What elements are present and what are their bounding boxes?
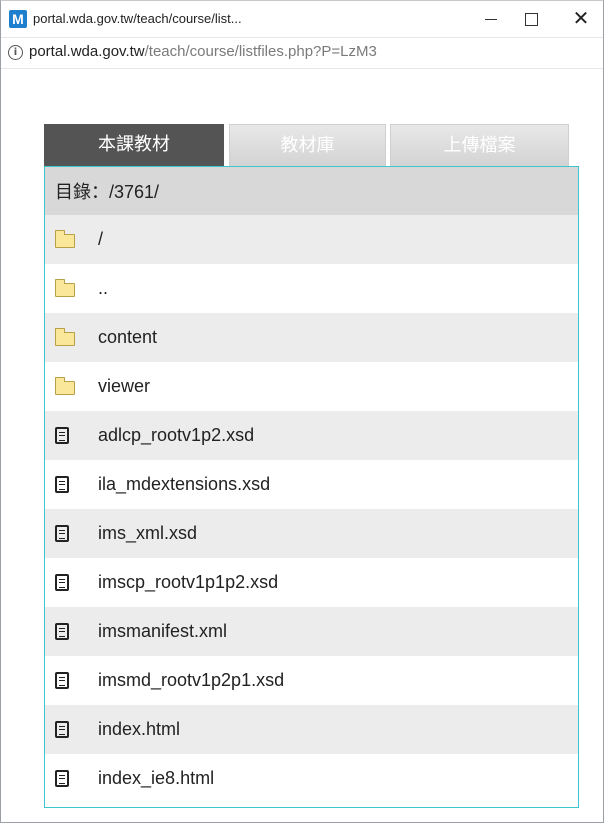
file-name[interactable]: imsmd_rootv1p2p1.xsd bbox=[98, 670, 284, 691]
file-name[interactable]: viewer bbox=[98, 376, 150, 397]
folder-icon bbox=[55, 328, 75, 346]
file-row[interactable]: content bbox=[45, 313, 578, 362]
url-text[interactable]: portal.wda.gov.tw/teach/course/listfiles… bbox=[29, 43, 377, 60]
maximize-icon bbox=[524, 12, 538, 26]
tab-material-library[interactable]: 教材庫 bbox=[229, 124, 386, 167]
tab-course-materials[interactable]: 本課教材 bbox=[44, 124, 224, 167]
window-title: portal.wda.gov.tw/teach/course/list... bbox=[33, 11, 242, 26]
document-icon bbox=[55, 623, 69, 640]
url-host: portal.wda.gov.tw bbox=[29, 43, 145, 60]
file-list-panel: 目錄：/3761/ / .. content viewer adlcp_root… bbox=[44, 166, 579, 808]
file-row[interactable]: viewer bbox=[45, 362, 578, 411]
document-icon bbox=[55, 672, 69, 689]
file-row[interactable]: imsmd_rootv1p2p1.xsd bbox=[45, 656, 578, 705]
file-name[interactable]: content bbox=[98, 327, 157, 348]
file-row[interactable]: adlcp_rootv1p2.xsd bbox=[45, 411, 578, 460]
folder-icon bbox=[55, 230, 75, 248]
document-icon bbox=[55, 574, 69, 591]
file-row[interactable]: ims_xml.xsd bbox=[45, 509, 578, 558]
file-name[interactable]: adlcp_rootv1p2.xsd bbox=[98, 425, 254, 446]
close-button[interactable]: ✕ bbox=[559, 1, 603, 37]
directory-header: 目錄：/3761/ bbox=[45, 167, 578, 215]
minimize-button[interactable] bbox=[469, 1, 513, 37]
close-icon: ✕ bbox=[572, 8, 590, 30]
url-path: /teach/course/listfiles.php?P=LzM3 bbox=[144, 43, 377, 60]
directory-label: 目錄：/3761/ bbox=[55, 182, 160, 202]
file-name[interactable]: index_ie8.html bbox=[98, 768, 214, 789]
tab-upload-files[interactable]: 上傳檔案 bbox=[390, 124, 569, 167]
file-row[interactable]: imscp_rootv1p1p2.xsd bbox=[45, 558, 578, 607]
folder-icon bbox=[55, 279, 75, 297]
address-bar[interactable]: i portal.wda.gov.tw/teach/course/listfil… bbox=[1, 38, 603, 69]
document-icon bbox=[55, 476, 69, 493]
file-row[interactable]: ila_mdextensions.xsd bbox=[45, 460, 578, 509]
maximize-button[interactable] bbox=[509, 1, 553, 37]
file-name[interactable]: ila_mdextensions.xsd bbox=[98, 474, 270, 495]
info-icon[interactable]: i bbox=[8, 45, 23, 60]
minimize-icon bbox=[485, 18, 497, 20]
file-row[interactable]: / bbox=[45, 215, 578, 264]
file-row[interactable]: .. bbox=[45, 264, 578, 313]
document-icon bbox=[55, 770, 69, 787]
file-name[interactable]: / bbox=[98, 229, 103, 250]
file-name[interactable]: ims_xml.xsd bbox=[98, 523, 197, 544]
file-name[interactable]: imsmanifest.xml bbox=[98, 621, 227, 642]
file-name[interactable]: index.html bbox=[98, 719, 180, 740]
file-row[interactable]: imsmanifest.xml bbox=[45, 607, 578, 656]
file-row[interactable]: index_ie8.html bbox=[45, 754, 578, 803]
document-icon bbox=[55, 427, 69, 444]
file-name[interactable]: imscp_rootv1p1p2.xsd bbox=[98, 572, 278, 593]
file-name[interactable]: .. bbox=[98, 278, 108, 299]
document-icon bbox=[55, 525, 69, 542]
title-bar: M portal.wda.gov.tw/teach/course/list...… bbox=[1, 1, 603, 38]
site-logo-icon: M bbox=[9, 10, 27, 28]
folder-icon bbox=[55, 377, 75, 395]
file-row[interactable]: index.html bbox=[45, 705, 578, 754]
document-icon bbox=[55, 721, 69, 738]
